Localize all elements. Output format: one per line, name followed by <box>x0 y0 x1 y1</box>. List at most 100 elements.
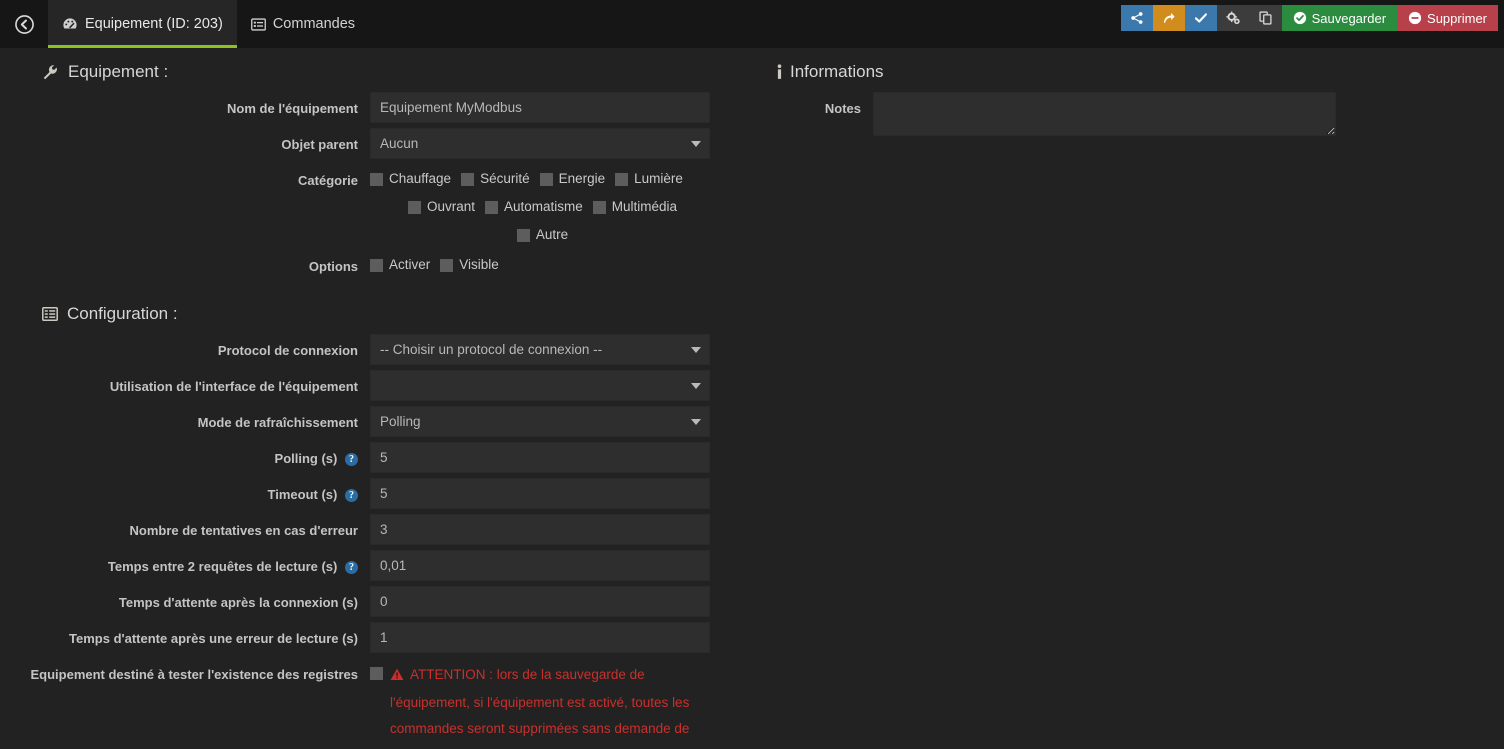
equipement-legend: Equipement : <box>0 48 765 92</box>
info-icon <box>774 63 785 81</box>
equipement-legend-label: Equipement : <box>68 62 169 81</box>
wrench-icon <box>42 64 59 81</box>
timeout-label-text: Timeout (s) <box>267 487 338 502</box>
question-circle-icon[interactable]: ? <box>345 561 358 574</box>
save-button-label: Sauvegarder <box>1311 10 1387 26</box>
checkbox-automatisme[interactable]: Automatisme <box>484 194 583 220</box>
arrow-right-icon <box>1162 11 1176 25</box>
row-name: Nom de l'équipement <box>0 92 765 126</box>
checkbox-label: Chauffage <box>389 171 452 186</box>
check-icon <box>1194 11 1208 25</box>
row-after-connection: Temps d'attente après la connexion (s) <box>0 586 765 620</box>
checkbox-chauffage[interactable]: Chauffage <box>370 166 451 192</box>
save-button[interactable]: Sauvegarder <box>1281 5 1398 31</box>
notes-label: Notes <box>824 101 861 116</box>
checkbox-energie[interactable]: Energie <box>539 166 606 192</box>
notes-textarea[interactable] <box>873 92 1336 136</box>
cogs-icon <box>1225 11 1241 26</box>
check-button[interactable] <box>1184 5 1217 31</box>
tachometer-icon <box>62 16 78 32</box>
category-row-3: Autre <box>370 220 715 248</box>
tab-list: Equipement (ID: 203) Commandes <box>48 0 369 48</box>
checkbox-label: Lumière <box>634 171 683 186</box>
checkbox-visible[interactable]: Visible <box>440 252 499 278</box>
polling-label: Polling (s) ? <box>0 442 370 476</box>
checkbox-box[interactable] <box>440 258 454 272</box>
refresh-select[interactable]: Polling <box>370 406 710 437</box>
timeout-label: Timeout (s) ? <box>0 478 370 512</box>
checkbox-multimedia[interactable]: Multimédia <box>592 194 677 220</box>
protocol-label: Protocol de connexion <box>217 343 358 358</box>
after-connection-input[interactable] <box>370 586 710 617</box>
delete-button-label: Supprimer <box>1427 10 1487 26</box>
row-options: Options Activer Visible <box>0 250 765 284</box>
tab-equipement-label: Equipement (ID: 203) <box>85 16 223 32</box>
back-button[interactable] <box>0 0 48 48</box>
checkbox-box[interactable] <box>370 258 383 272</box>
parent-label: Objet parent <box>281 137 358 152</box>
share-alt-icon <box>1130 11 1144 25</box>
checkbox-autre[interactable]: Autre <box>516 222 569 248</box>
tab-commandes[interactable]: Commandes <box>237 0 369 48</box>
interface-label: Utilisation de l'interface de l'équipeme… <box>109 379 358 394</box>
category-label: Catégorie <box>298 173 358 188</box>
checkbox-label: Activer <box>389 257 431 272</box>
row-category: Catégorie Chauffage Sécurité Energie Lum… <box>0 164 765 248</box>
chevron-down-icon <box>691 419 701 425</box>
after-error-label: Temps d'attente après une erreur de lect… <box>69 631 358 646</box>
copy-icon <box>1258 11 1273 25</box>
delete-button[interactable]: Supprimer <box>1397 5 1498 31</box>
checkbox-securite[interactable]: Sécurité <box>461 166 530 192</box>
retries-input[interactable] <box>370 514 710 545</box>
checkbox-box[interactable] <box>539 172 553 186</box>
checkbox-label: Energie <box>558 171 606 186</box>
chevron-down-icon <box>691 347 701 353</box>
checkbox-box[interactable] <box>484 200 498 214</box>
copy-button[interactable] <box>1249 5 1282 31</box>
checkbox-activer[interactable]: Activer <box>370 252 430 278</box>
forward-button[interactable] <box>1152 5 1185 31</box>
checkbox-label: Automatisme <box>503 199 583 214</box>
chevron-down-icon <box>691 383 701 389</box>
timeout-input[interactable] <box>370 478 710 509</box>
checkbox-label: Autre <box>535 227 569 242</box>
checkbox-box[interactable] <box>461 172 475 186</box>
arrow-circle-left-icon <box>14 14 34 34</box>
share-button[interactable] <box>1120 5 1153 31</box>
between-requests-input[interactable] <box>370 550 710 581</box>
refresh-select-value: Polling <box>380 414 421 429</box>
category-row-1: Chauffage Sécurité Energie Lumière <box>370 164 715 192</box>
name-input[interactable] <box>370 92 710 123</box>
polling-input[interactable] <box>370 442 710 473</box>
configuration-button[interactable] <box>1216 5 1250 31</box>
attention-message: ATTENTION : lors de la sauvegarde de l'é… <box>390 662 708 749</box>
checkbox-box[interactable] <box>615 172 629 186</box>
tab-commandes-label: Commandes <box>272 16 356 32</box>
checkbox-box[interactable] <box>370 172 383 186</box>
question-circle-icon[interactable]: ? <box>345 453 358 466</box>
options-row: Activer Visible <box>370 250 715 278</box>
after-error-input[interactable] <box>370 622 710 653</box>
tab-equipement[interactable]: Equipement (ID: 203) <box>48 0 237 48</box>
row-parent: Objet parent Aucun <box>0 128 765 162</box>
checkbox-box[interactable] <box>407 200 421 214</box>
test-registers-checkbox[interactable] <box>370 667 383 680</box>
row-between-requests: Temps entre 2 requêtes de lecture (s) ? <box>0 550 765 584</box>
list-alt-icon <box>250 17 266 32</box>
checkbox-ouvrant[interactable]: Ouvrant <box>407 194 475 220</box>
parent-select-value: Aucun <box>380 136 419 151</box>
interface-select[interactable] <box>370 370 710 401</box>
row-refresh: Mode de rafraîchissement Polling <box>0 406 765 440</box>
parent-select[interactable]: Aucun <box>370 128 710 159</box>
after-connection-label: Temps d'attente après la connexion (s) <box>118 595 358 610</box>
minus-circle-icon <box>1408 11 1422 25</box>
between-requests-label: Temps entre 2 requêtes de lecture (s) ? <box>0 550 370 584</box>
right-column: Informations Notes <box>765 48 1504 136</box>
checkbox-label: Visible <box>459 257 499 272</box>
checkbox-lumiere[interactable]: Lumière <box>615 166 683 192</box>
protocol-select[interactable]: -- Choisir un protocol de connexion -- <box>370 334 710 365</box>
configuration-legend: Configuration : <box>0 286 765 334</box>
checkbox-box[interactable] <box>516 228 530 242</box>
checkbox-box[interactable] <box>592 200 606 214</box>
question-circle-icon[interactable]: ? <box>345 489 358 502</box>
